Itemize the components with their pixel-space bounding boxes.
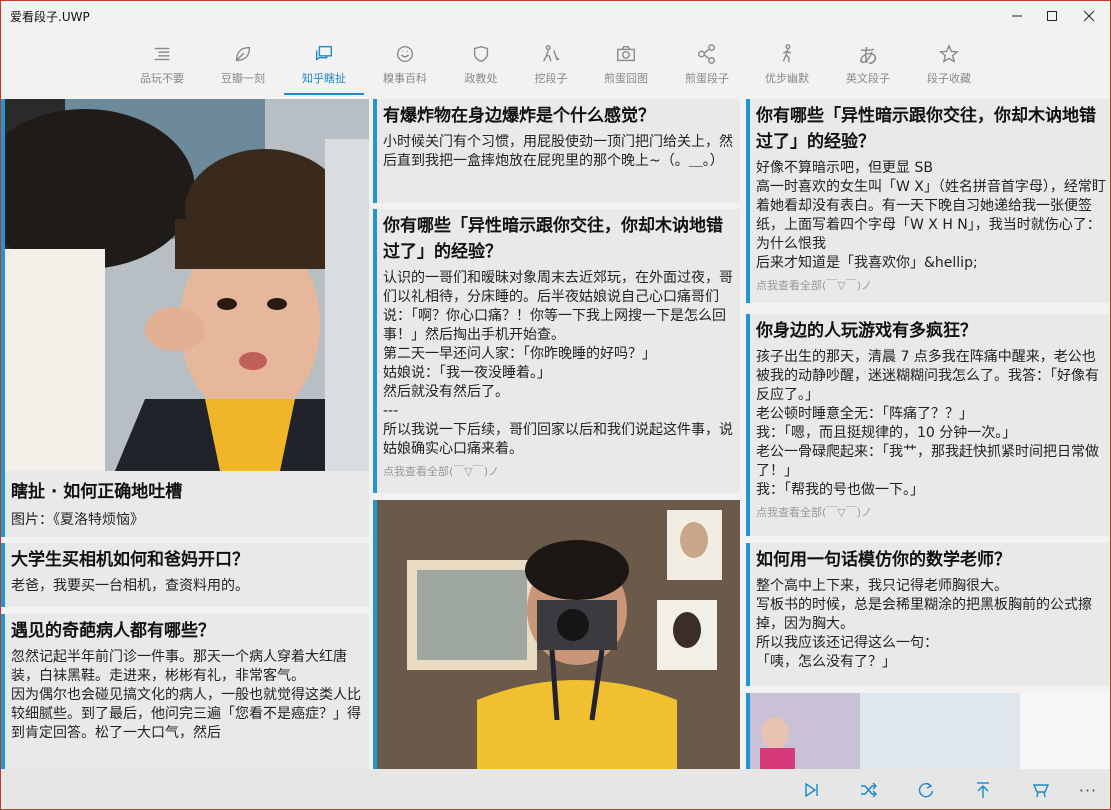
tab-label: 品玩不要 bbox=[140, 72, 184, 85]
chat-icon bbox=[315, 45, 333, 61]
joke-body: 整个高中上下来，我只记得老师胸很大。 写板书的时候，总是会稀里糊涂的把黑板胸前的… bbox=[756, 578, 1092, 670]
list-icon bbox=[154, 47, 170, 61]
joke-title: 遇见的奇葩病人都有哪些？ bbox=[11, 621, 215, 641]
joke-body: 孩子出生的那天，清晨 7 点多我在阵痛中醒来，老公也被我的动静吵醒，迷迷糊糊问我… bbox=[756, 349, 1099, 498]
joke-body: 认识的一哥们和暧昧对象周末去近郊玩，在外面过夜，哥们以礼相待，分床睡的。后半夜姑… bbox=[383, 270, 733, 457]
bottom-app-bar: ··· bbox=[1, 769, 1110, 809]
tab-zhengjiao[interactable]: 政教处 bbox=[441, 41, 521, 97]
tab-uber[interactable]: 优步幽默 bbox=[747, 41, 827, 97]
tab-jiandan-pic[interactable]: 煎蛋囧图 bbox=[586, 41, 666, 97]
feature-card[interactable]: 瞎扯 · 如何正确地吐槽 图片：《夏洛特烦恼》 bbox=[1, 99, 369, 537]
joke-body: 忽然记起半年前门诊一件事。那天一个病人穿着大红唐装，白袜黑鞋。走进来，彬彬有礼，… bbox=[11, 649, 361, 741]
joke-card[interactable]: 有爆炸物在身边爆炸是个什么感觉？ 小时候关门有个习惯，用屁股使劲一顶门把门给关上… bbox=[373, 99, 740, 203]
tab-label: 知乎瞎扯 bbox=[302, 72, 346, 85]
category-nav: 品玩不要 豆瓣一刻 知乎瞎扯 糗事百科 政教处 挖段子 煎蛋囧图 煎蛋段子 优步… bbox=[1, 31, 1110, 97]
tab-favorites[interactable]: 段子收藏 bbox=[909, 41, 989, 97]
smile-icon bbox=[396, 45, 414, 63]
content-area: 瞎扯 · 如何正确地吐槽 图片：《夏洛特烦恼》 大学生买相机如何和爸妈开口？ 老… bbox=[1, 99, 1110, 769]
tab-douban[interactable]: 豆瓣一刻 bbox=[203, 41, 283, 97]
tab-label: 优步幽默 bbox=[765, 72, 809, 85]
more-button[interactable]: ··· bbox=[1075, 777, 1101, 803]
tab-label: 段子收藏 bbox=[927, 72, 971, 85]
tab-jiandan-joke[interactable]: 煎蛋段子 bbox=[667, 41, 747, 97]
refresh-icon bbox=[918, 782, 934, 798]
joke-body: 小时候关门有个习惯，用屁股使劲一顶门把门给关上，然后直到我把一盒摔炮放在屁兜里的… bbox=[383, 134, 733, 169]
shuffle-icon bbox=[861, 782, 877, 798]
joke-title: 你有哪些「异性暗示跟你交往，你却木讷地错过了」的经验？ bbox=[756, 106, 1096, 152]
more-icon: ··· bbox=[1078, 780, 1098, 800]
joke-card[interactable]: 你有哪些「异性暗示跟你交往，你却木讷地错过了」的经验？ 认识的一哥们和暧昧对象周… bbox=[373, 209, 740, 493]
app-window: 爱看段子.UWP 品玩不要 豆瓣一刻 知乎瞎扯 糗事百科 政教处 挖段子 煎蛋囧… bbox=[0, 0, 1111, 810]
card-image bbox=[750, 693, 1110, 769]
next-button[interactable] bbox=[799, 777, 825, 803]
scroll-top-button[interactable] bbox=[970, 777, 996, 803]
joke-body: 好像不算暗示吧，但更显 SB 高一时喜欢的女生叫「W X」（姓名拼音首字母），经… bbox=[756, 160, 1106, 271]
leaf-icon bbox=[235, 46, 251, 62]
read-more-link[interactable]: 点我查看全部(￣▽￣)ノ bbox=[756, 504, 1106, 520]
card-image bbox=[377, 500, 740, 769]
tab-label: 豆瓣一刻 bbox=[221, 72, 265, 85]
share-icon bbox=[698, 44, 716, 64]
minimize-icon bbox=[1012, 15, 1022, 17]
maximize-icon bbox=[1047, 11, 1057, 21]
tab-qiushi[interactable]: 糗事百科 bbox=[365, 41, 445, 97]
image-card[interactable] bbox=[373, 500, 740, 769]
shuffle-button[interactable] bbox=[856, 777, 882, 803]
walk-icon bbox=[782, 44, 791, 63]
joke-title: 大学生买相机如何和爸妈开口？ bbox=[11, 550, 249, 570]
refresh-button[interactable] bbox=[913, 777, 939, 803]
shovel-icon bbox=[543, 45, 560, 62]
title-bar: 爱看段子.UWP bbox=[1, 1, 1110, 31]
star-icon bbox=[938, 43, 960, 63]
clean-button[interactable] bbox=[1028, 777, 1054, 803]
tab-english[interactable]: あ 英文段子 bbox=[828, 41, 908, 97]
feature-title: 瞎扯 · 如何正确地吐槽 bbox=[11, 482, 183, 502]
joke-card[interactable]: 大学生买相机如何和爸妈开口？ 老爸，我要买一台相机，查资料用的。 bbox=[1, 543, 369, 607]
tab-label: 挖段子 bbox=[534, 72, 568, 85]
tab-label: 英文段子 bbox=[846, 72, 890, 85]
feature-caption: 图片：《夏洛特烦恼》 bbox=[11, 512, 144, 528]
joke-title: 有爆炸物在身边爆炸是个什么感觉？ bbox=[383, 106, 655, 126]
joke-card[interactable]: 如何用一句话模仿你的数学老师？ 整个高中上下来，我只记得老师胸很大。 写板书的时… bbox=[746, 543, 1110, 686]
kana-icon: あ bbox=[858, 43, 878, 68]
joke-card[interactable]: 你身边的人玩游戏有多疯狂？ 孩子出生的那天，清晨 7 点多我在阵痛中醒来，老公也… bbox=[746, 314, 1110, 536]
app-title: 爱看段子.UWP bbox=[10, 10, 90, 24]
joke-card[interactable]: 你有哪些「异性暗示跟你交往，你却木讷地错过了」的经验？ 好像不算暗示吧，但更显 … bbox=[746, 99, 1110, 303]
tab-wa[interactable]: 挖段子 bbox=[511, 41, 591, 97]
clean-icon bbox=[1032, 784, 1050, 798]
tab-pinwan[interactable]: 品玩不要 bbox=[122, 41, 202, 97]
joke-body: 老爸，我要买一台相机，查资料用的。 bbox=[11, 578, 249, 594]
tab-label: 煎蛋囧图 bbox=[604, 72, 648, 85]
tab-label: 煎蛋段子 bbox=[685, 72, 729, 85]
joke-title: 你有哪些「异性暗示跟你交往，你却木讷地错过了」的经验？ bbox=[383, 216, 723, 262]
tab-label: 糗事百科 bbox=[383, 72, 427, 85]
read-more-link[interactable]: 点我查看全部(￣▽￣)ノ bbox=[383, 463, 734, 479]
joke-title: 如何用一句话模仿你的数学老师？ bbox=[756, 550, 1011, 570]
skip-next-icon bbox=[805, 782, 818, 798]
tab-zhihu[interactable]: 知乎瞎扯 bbox=[284, 41, 364, 97]
tab-label: 政教处 bbox=[464, 72, 498, 85]
feature-image bbox=[5, 99, 369, 471]
close-button[interactable] bbox=[1066, 1, 1110, 31]
joke-title: 你身边的人玩游戏有多疯狂？ bbox=[756, 321, 977, 341]
active-tab-indicator bbox=[284, 93, 364, 95]
camera-icon bbox=[617, 45, 635, 62]
close-icon bbox=[1083, 10, 1095, 22]
to-top-icon bbox=[977, 782, 989, 798]
read-more-link[interactable]: 点我查看全部(￣▽￣)ノ bbox=[756, 277, 1106, 293]
joke-card[interactable]: 遇见的奇葩病人都有哪些？ 忽然记起半年前门诊一件事。那天一个病人穿着大红唐装，白… bbox=[1, 614, 369, 769]
shield-icon bbox=[473, 45, 489, 63]
image-card[interactable] bbox=[746, 693, 1110, 769]
